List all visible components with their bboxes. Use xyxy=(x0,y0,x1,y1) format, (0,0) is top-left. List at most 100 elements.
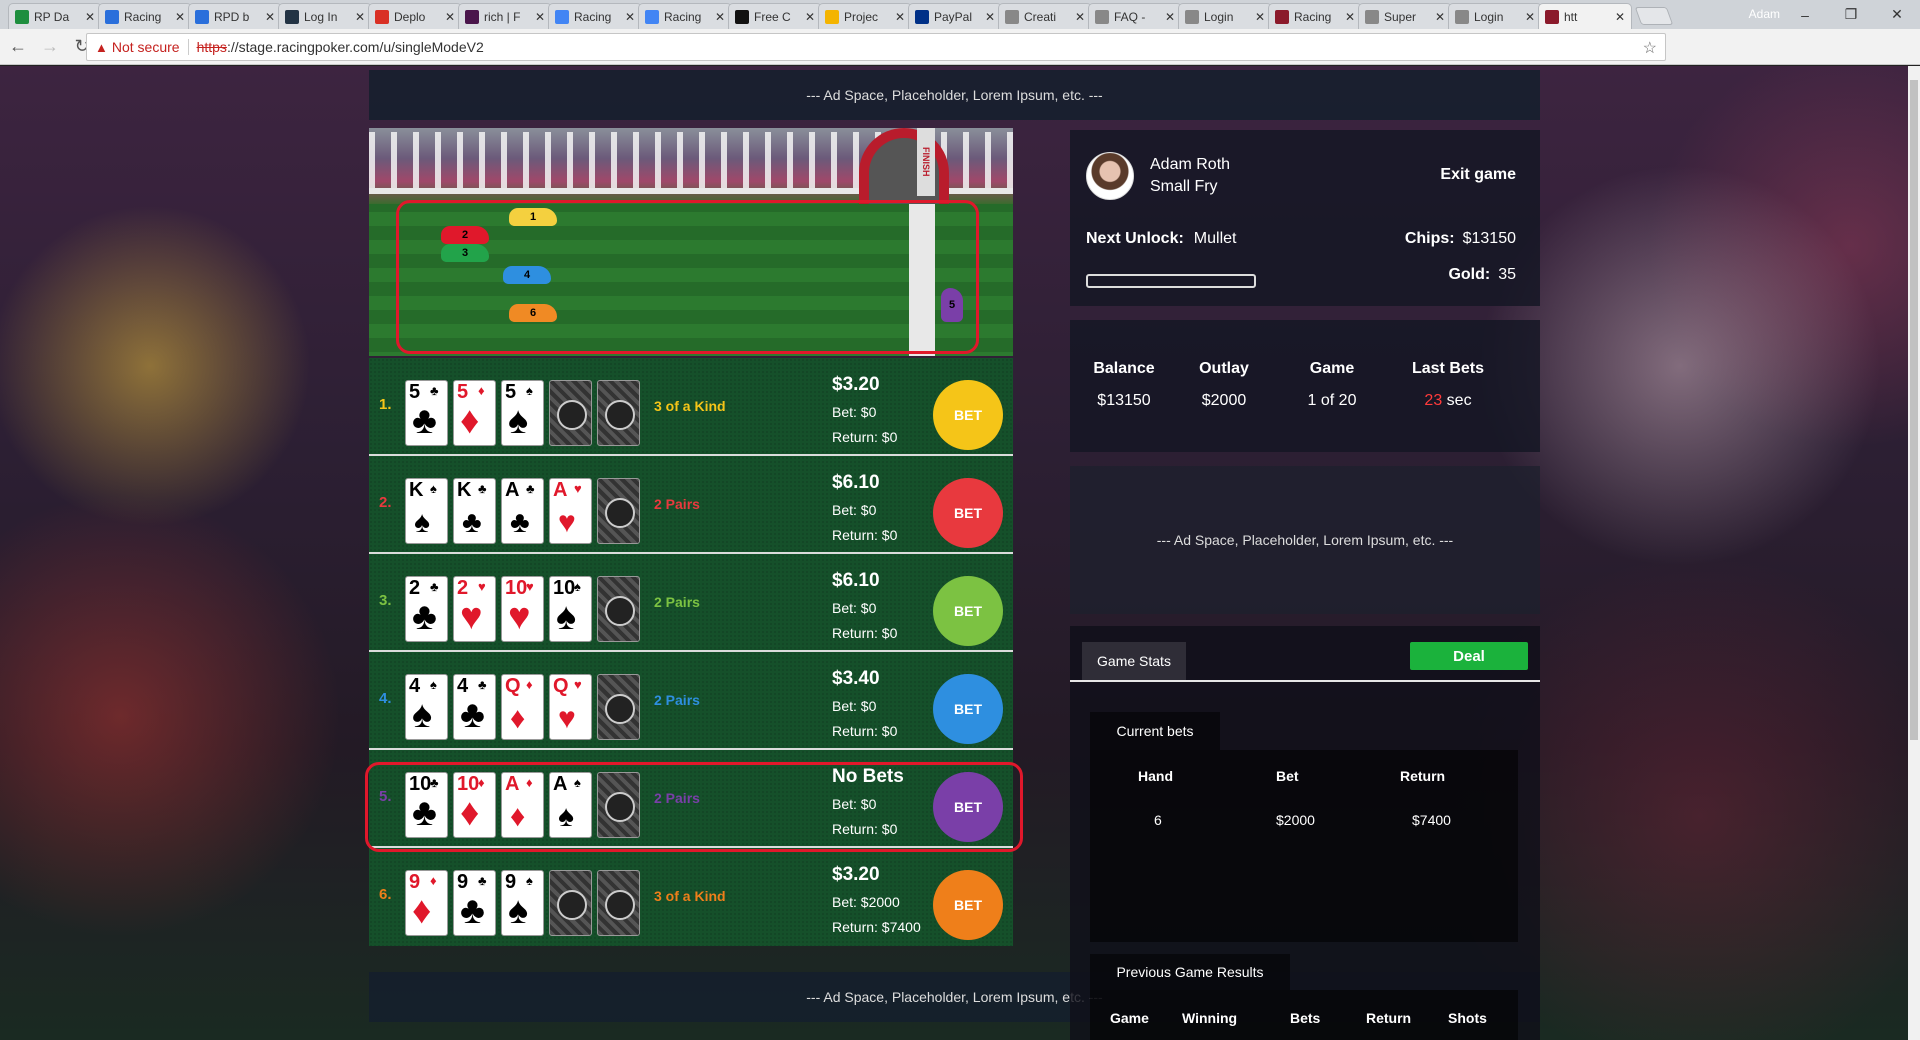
tab-close-icon[interactable]: ✕ xyxy=(1525,10,1535,24)
card-suit-icon: ♥ xyxy=(460,596,483,638)
tab-close-icon[interactable]: ✕ xyxy=(1075,10,1085,24)
card-suit-icon: ♣ xyxy=(460,890,485,932)
outlay-stat: Outlay $2000 xyxy=(1182,360,1266,410)
browser-tab[interactable]: htt ✕ xyxy=(1538,3,1632,29)
browser-tab[interactable]: RP Da ✕ xyxy=(8,3,102,29)
tab-title: RP Da xyxy=(34,9,70,24)
playing-card: 4 ♣ ♣ xyxy=(453,674,496,740)
tab-previous-results[interactable]: Previous Game Results xyxy=(1090,954,1290,990)
playing-card: A ♥ ♥ xyxy=(549,478,592,544)
minimize-icon[interactable]: – xyxy=(1782,0,1828,29)
hand-odds: $6.10 xyxy=(832,570,880,591)
browser-tab[interactable]: Log In ✕ xyxy=(278,3,372,29)
tab-close-icon[interactable]: ✕ xyxy=(625,10,635,24)
browser-tab[interactable]: Racing ✕ xyxy=(638,3,732,29)
browser-tab[interactable]: Projec ✕ xyxy=(818,3,912,29)
header-return: Return xyxy=(1400,768,1446,784)
card-suit-icon: ♥ xyxy=(508,596,531,638)
browser-tab[interactable]: Free C ✕ xyxy=(728,3,822,29)
tab-favicon-icon xyxy=(1545,9,1559,24)
scrollbar-thumb[interactable] xyxy=(1910,80,1918,740)
forward-icon[interactable]: → xyxy=(36,33,64,61)
tab-title: Racing xyxy=(574,9,612,24)
game-stat: Game 1 of 20 xyxy=(1284,360,1380,410)
card-rank: Q xyxy=(553,675,569,697)
playing-card: A ♣ ♣ xyxy=(501,478,544,544)
card-suit-icon: ♠ xyxy=(556,596,577,638)
tab-close-icon[interactable]: ✕ xyxy=(1435,10,1445,24)
tab-close-icon[interactable]: ✕ xyxy=(1255,10,1265,24)
hand-row: 3. 2 ♣ ♣ 2 ♥ ♥ 10 ♥ ♥ 10 ♠ ♠ 2 Pairs $6.10 Bet: $0 Retur… xyxy=(369,554,1013,652)
tab-close-icon[interactable]: ✕ xyxy=(1165,10,1175,24)
close-window-icon[interactable]: ✕ xyxy=(1874,0,1920,29)
ad-space-top: --- Ad Space, Placeholder, Lorem Ipsum, … xyxy=(369,70,1540,120)
tab-title: Projec xyxy=(844,9,879,24)
player-name: Adam Roth xyxy=(1150,156,1231,173)
browser-tab[interactable]: PayPal ✕ xyxy=(908,3,1002,29)
tab-close-icon[interactable]: ✕ xyxy=(175,10,185,24)
last-bets-value: 23 sec xyxy=(1398,392,1498,410)
bet-button[interactable]: BET xyxy=(933,870,1003,940)
tab-title: Super xyxy=(1384,9,1417,24)
next-unlock: Next Unlock: Mullet xyxy=(1086,230,1236,248)
playing-card: Q ♥ ♥ xyxy=(549,674,592,740)
card-suit-icon: ♦ xyxy=(478,383,485,398)
tab-close-icon[interactable]: ✕ xyxy=(805,10,815,24)
not-secure-label[interactable]: Not secure xyxy=(112,39,180,55)
scrollbar[interactable] xyxy=(1908,66,1920,1040)
bookmark-star-icon[interactable]: ☆ xyxy=(1643,38,1657,58)
browser-tab[interactable]: Racing ✕ xyxy=(98,3,192,29)
card-suit-icon: ♠ xyxy=(508,890,529,932)
player-rank: Small Fry xyxy=(1150,178,1218,195)
tab-close-icon[interactable]: ✕ xyxy=(355,10,365,24)
address-bar[interactable]: ▲ Not secure https://stage.racingpoker.c… xyxy=(86,33,1666,61)
tab-close-icon[interactable]: ✕ xyxy=(265,10,275,24)
tab-close-icon[interactable]: ✕ xyxy=(895,10,905,24)
header-shots: Shots xyxy=(1448,1010,1487,1026)
hand-cards: 4 ♠ ♠ 4 ♣ ♣ Q ♦ ♦ Q ♥ ♥ xyxy=(405,674,640,740)
bet-button[interactable]: BET xyxy=(933,478,1003,548)
tab-game-stats[interactable]: Game Stats xyxy=(1082,642,1186,680)
browser-tab[interactable]: Racing ✕ xyxy=(548,3,642,29)
browser-tab[interactable]: Login ✕ xyxy=(1178,3,1272,29)
card-suit-icon: ♦ xyxy=(526,677,533,692)
tab-title: Log In xyxy=(304,9,338,24)
tab-current-bets[interactable]: Current bets xyxy=(1090,712,1220,750)
back-icon[interactable]: ← xyxy=(4,33,32,61)
browser-tab[interactable]: Racing ✕ xyxy=(1268,3,1362,29)
browser-tab[interactable]: Creati ✕ xyxy=(998,3,1092,29)
tab-close-icon[interactable]: ✕ xyxy=(1345,10,1355,24)
exit-game-button[interactable]: Exit game xyxy=(1440,166,1516,184)
browser-tab[interactable]: Deplo ✕ xyxy=(368,3,462,29)
tab-close-icon[interactable]: ✕ xyxy=(1615,10,1625,24)
tab-close-icon[interactable]: ✕ xyxy=(535,10,545,24)
card-suit-icon: ♠ xyxy=(526,383,533,398)
browser-tab[interactable]: FAQ - ✕ xyxy=(1088,3,1182,29)
tab-favicon-icon xyxy=(1095,9,1109,24)
tab-close-icon[interactable]: ✕ xyxy=(715,10,725,24)
tab-favicon-icon xyxy=(1365,9,1379,24)
bet-button[interactable]: BET xyxy=(933,380,1003,450)
card-rank: K xyxy=(457,479,472,501)
next-unlock-value: Mullet xyxy=(1193,230,1237,247)
hand-bet: Bet: $2000 xyxy=(832,894,900,910)
maximize-icon[interactable]: ❐ xyxy=(1828,0,1874,29)
profile-user-label[interactable]: Adam xyxy=(1749,7,1780,21)
gold: Gold: 35 xyxy=(1448,266,1516,284)
tab-close-icon[interactable]: ✕ xyxy=(985,10,995,24)
tab-close-icon[interactable]: ✕ xyxy=(445,10,455,24)
url-scheme: https xyxy=(196,39,227,55)
browser-tab[interactable]: Login ✕ xyxy=(1448,3,1542,29)
browser-tab[interactable]: rich | F ✕ xyxy=(458,3,552,29)
hand-5-highlight xyxy=(365,762,1023,852)
browser-tab[interactable]: Super ✕ xyxy=(1358,3,1452,29)
deal-button[interactable]: Deal xyxy=(1410,642,1528,670)
tab-close-icon[interactable]: ✕ xyxy=(85,10,95,24)
bet-button[interactable]: BET xyxy=(933,576,1003,646)
header-bet: Bet xyxy=(1276,768,1299,784)
card-suit-icon: ♠ xyxy=(430,677,437,692)
new-tab-button[interactable] xyxy=(1634,7,1674,25)
hand-number: 6. xyxy=(379,886,392,903)
browser-tab[interactable]: RPD b ✕ xyxy=(188,3,282,29)
bet-button[interactable]: BET xyxy=(933,674,1003,744)
